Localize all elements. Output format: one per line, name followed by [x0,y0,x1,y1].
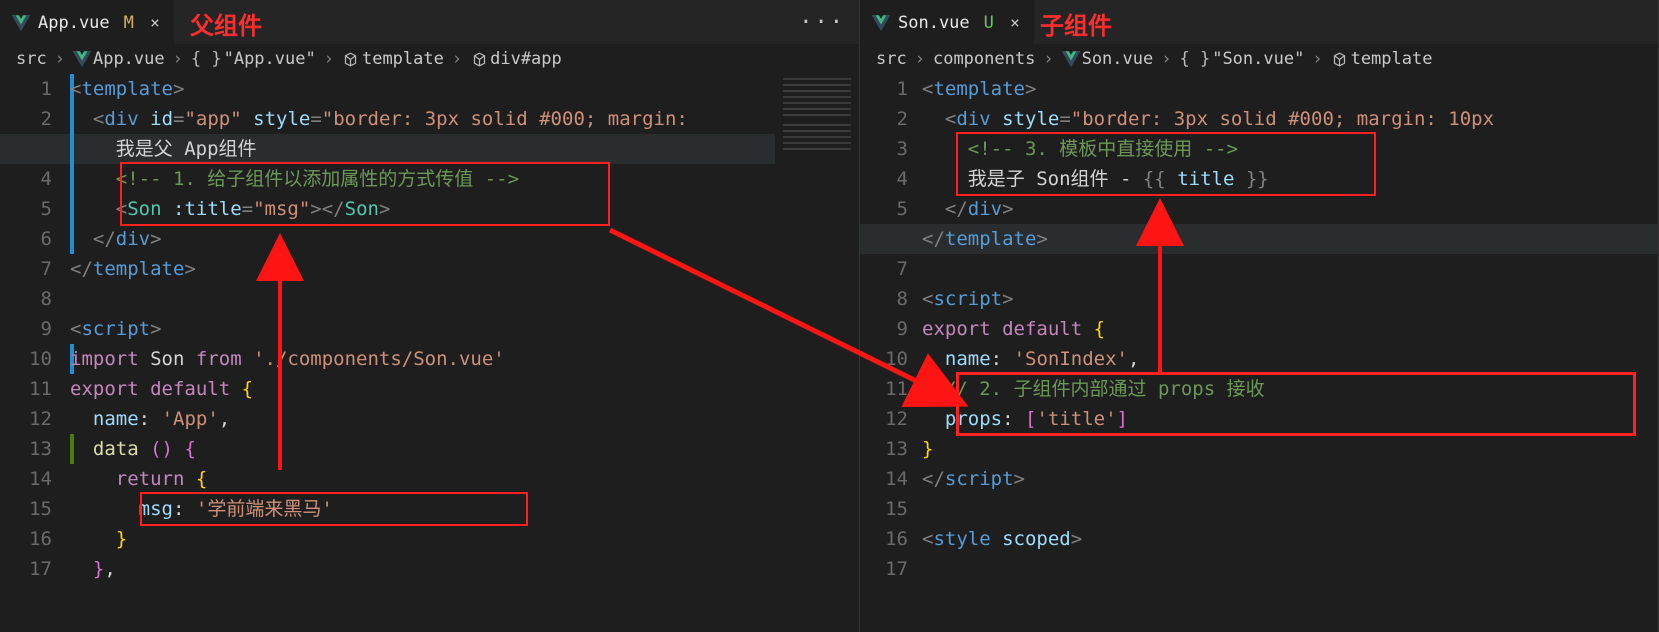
editor-pane-left: App.vue M × 父组件 ··· src› App.vue› { } "A… [0,0,860,632]
tab-label: App.vue [38,13,110,33]
symbol-icon [1331,51,1349,67]
vue-icon [73,51,91,67]
editor-pane-right: Son.vue U × 子组件 src› components› Son.vue… [860,0,1659,632]
close-icon[interactable]: × [146,14,164,32]
breadcrumb[interactable]: src› components› Son.vue› { } "Son.vue"›… [860,44,1658,74]
symbol-icon [470,51,488,67]
vue-icon [872,15,890,31]
tab-bar: App.vue M × 父组件 ··· [0,0,859,44]
tab-bar: Son.vue U × 子组件 [860,0,1658,44]
code-editor[interactable]: 1 2 3 4 5 6 7 8 9 10 11 12 13 14 15 16 1… [860,74,1658,632]
code-editor[interactable]: 1 2 3 4 5 6 7 8 9 10 11 12 13 14 15 16 1… [0,74,859,632]
code-area[interactable]: <template> <div style="border: 3px solid… [922,74,1658,632]
line-gutter: 1 2 3 4 5 6 7 8 9 10 11 12 13 14 15 16 1… [860,74,922,632]
annotation-child-label: 子组件 [1040,6,1112,41]
tab-app-vue[interactable]: App.vue M × [0,0,174,44]
close-icon[interactable]: × [1006,14,1024,32]
git-status-badge: M [124,13,134,33]
vue-icon [1062,51,1080,67]
more-actions-icon[interactable]: ··· [799,0,845,44]
tab-son-vue[interactable]: Son.vue U × [860,0,1034,44]
symbol-icon [342,51,360,67]
git-status-badge: U [984,13,994,33]
tab-label: Son.vue [898,13,970,33]
vue-icon [12,15,30,31]
breadcrumb[interactable]: src› App.vue› { } "App.vue"› template› d… [0,44,859,74]
code-area[interactable]: <template> <div id="app" style="border: … [70,74,859,632]
annotation-parent-label: 父组件 [190,6,262,41]
